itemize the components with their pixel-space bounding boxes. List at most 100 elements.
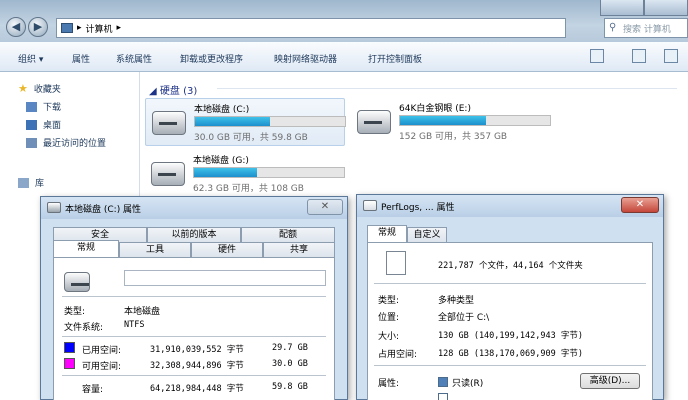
- dialog-title: PerfLogs, ... 属性: [381, 203, 455, 213]
- group-header-label: 硬盘 (3): [159, 86, 198, 97]
- search-placeholder: 搜索 计算机: [623, 25, 671, 35]
- drive-name: 64K白金钢眼 (E:): [399, 104, 471, 114]
- capacity-bytes: 64,218,984,448 字节: [150, 384, 244, 394]
- properties-button[interactable]: 属性: [72, 52, 90, 65]
- filesystem-label: 文件系统:: [64, 323, 104, 333]
- open-control-panel-button[interactable]: 打开控制面板: [368, 52, 422, 65]
- nav-desktop[interactable]: 桌面: [26, 118, 61, 131]
- multiple-files-icon: [382, 251, 406, 281]
- explorer-titlebar: ◀ ▶ ▸ 计算机 ▸ ⚲ 搜索 计算机: [0, 0, 688, 42]
- type-label: 类型:: [378, 296, 400, 306]
- drive-usage-fill: [195, 117, 270, 126]
- drive-usage-bar: [194, 116, 346, 127]
- nav-libraries-label: 库: [35, 179, 45, 189]
- drive-properties-dialog: 本地磁盘 (C:) 属性 ✕ 安全 以前的版本 配额 常规 工具 硬件 共享 类…: [40, 196, 348, 400]
- drive-item-e[interactable]: 64K白金钢眼 (E:) 152 GB 可用，共 357 GB: [351, 98, 551, 146]
- location-label: 位置:: [378, 313, 400, 323]
- tab-hardware[interactable]: 硬件: [191, 242, 263, 257]
- back-arrow-icon[interactable]: ◀: [6, 17, 26, 37]
- used-space-swatch: [64, 342, 75, 353]
- tab-general[interactable]: 常规: [367, 225, 407, 242]
- file-count-summary: 221,787 个文件，44,164 个文件夹: [438, 261, 583, 271]
- nav-libraries[interactable]: 库: [18, 176, 44, 189]
- size-label: 大小:: [378, 332, 400, 342]
- general-panel: 类型: 本地磁盘 文件系统: NTFS 已用空间: 31,910,039,552…: [53, 257, 335, 400]
- organize-button[interactable]: 组织 ▾: [18, 52, 43, 65]
- close-button[interactable]: ✕: [621, 197, 659, 213]
- folder-properties-dialog: PerfLogs, ... 属性 ✕ 常规 自定义 221,787 个文件，44…: [356, 194, 664, 400]
- drive-item-g[interactable]: 本地磁盘 (G:) 62.3 GB 可用，共 108 GB: [145, 150, 345, 198]
- nav-downloads[interactable]: 下载: [26, 100, 61, 113]
- type-label: 类型:: [64, 307, 86, 317]
- attributes-label: 属性:: [378, 379, 400, 389]
- search-icon: ⚲: [609, 22, 617, 33]
- uninstall-program-button[interactable]: 卸载或更改程序: [180, 52, 243, 65]
- divider: [62, 296, 326, 297]
- free-space-label: 可用空间:: [82, 362, 122, 372]
- volume-label-input[interactable]: [124, 270, 326, 286]
- nav-favorites[interactable]: ★ 收藏夹: [18, 82, 61, 95]
- drive-item-c[interactable]: 本地磁盘 (C:) 30.0 GB 可用，共 59.8 GB: [145, 98, 346, 146]
- nav-downloads-label: 下载: [43, 103, 62, 113]
- capacity-label: 容量:: [82, 385, 104, 395]
- map-network-drive-button[interactable]: 映射网络驱动器: [274, 52, 337, 65]
- dialog-title: 本地磁盘 (C:) 属性: [65, 205, 142, 215]
- preview-pane-icon[interactable]: [632, 49, 646, 63]
- advanced-button[interactable]: 高级(D)...: [580, 373, 640, 389]
- type-value: 本地磁盘: [124, 307, 161, 317]
- tab-quota[interactable]: 配额: [241, 227, 335, 242]
- divider: [374, 283, 646, 284]
- maximize-button[interactable]: [644, 0, 688, 16]
- breadcrumb-separator: ▸: [77, 23, 82, 33]
- capacity-gb: 59.8 GB: [272, 382, 308, 392]
- free-space-bytes: 32,308,944,896 字节: [150, 361, 244, 371]
- tab-sharing[interactable]: 共享: [263, 242, 335, 257]
- divider: [62, 336, 326, 337]
- forward-arrow-icon[interactable]: ▶: [28, 17, 48, 37]
- nav-recent-places[interactable]: 最近访问的位置: [26, 136, 106, 149]
- drive-capacity: 30.0 GB 可用，共 59.8 GB: [194, 133, 308, 143]
- desktop-icon: [26, 119, 37, 130]
- tab-row: 常规 自定义: [367, 225, 487, 242]
- free-space-gb: 30.0 GB: [272, 359, 308, 369]
- collapse-arrow-icon: ◢: [149, 86, 157, 97]
- tab-previous-versions[interactable]: 以前的版本: [147, 227, 241, 242]
- tab-general[interactable]: 常规: [53, 240, 119, 257]
- breadcrumb-computer[interactable]: 计算机: [86, 22, 113, 35]
- size-on-disk-value: 128 GB (138,170,069,909 字节): [438, 349, 583, 359]
- drive-usage-bar: [193, 167, 345, 178]
- used-space-bytes: 31,910,039,552 字节: [150, 345, 244, 355]
- minimize-button[interactable]: [600, 0, 644, 16]
- command-bar: 组织 ▾ 属性 系统属性 卸载或更改程序 映射网络驱动器 打开控制面板: [0, 42, 688, 72]
- group-divider: [217, 88, 677, 89]
- view-options-icon[interactable]: [590, 49, 604, 63]
- readonly-checkbox[interactable]: [438, 377, 448, 387]
- hard-drive-icon: [47, 202, 61, 213]
- general-panel: 221,787 个文件，44,164 个文件夹 类型: 多种类型 位置: 全部位…: [367, 242, 653, 400]
- search-input[interactable]: ⚲ 搜索 计算机: [604, 18, 688, 38]
- hidden-checkbox[interactable]: [438, 393, 448, 400]
- group-header-hard-disks[interactable]: ◢ 硬盘 (3): [149, 82, 197, 97]
- close-button[interactable]: ✕: [307, 199, 343, 215]
- nav-recent-label: 最近访问的位置: [43, 139, 107, 149]
- drive-usage-fill: [400, 116, 486, 125]
- nav-desktop-label: 桌面: [43, 121, 62, 131]
- files-icon: [363, 200, 377, 211]
- address-bar[interactable]: ▸ 计算机 ▸: [56, 18, 566, 38]
- divider: [374, 365, 646, 366]
- libraries-icon: [18, 177, 29, 188]
- tab-tools[interactable]: 工具: [119, 242, 191, 257]
- filesystem-value: NTFS: [124, 320, 145, 330]
- drive-capacity: 62.3 GB 可用，共 108 GB: [193, 184, 304, 194]
- drive-name: 本地磁盘 (C:): [194, 105, 250, 115]
- used-space-gb: 29.7 GB: [272, 343, 308, 353]
- tab-customize[interactable]: 自定义: [407, 227, 447, 242]
- location-value: 全部位于 C:\: [438, 313, 490, 323]
- drive-usage-fill: [194, 168, 257, 177]
- drive-capacity: 152 GB 可用，共 357 GB: [399, 132, 508, 142]
- system-properties-button[interactable]: 系统属性: [116, 52, 152, 65]
- breadcrumb-dropdown-icon[interactable]: ▸: [117, 23, 122, 33]
- readonly-label[interactable]: 只读(R): [452, 376, 483, 389]
- help-icon[interactable]: [664, 49, 678, 63]
- nav-favorites-label: 收藏夹: [33, 85, 61, 95]
